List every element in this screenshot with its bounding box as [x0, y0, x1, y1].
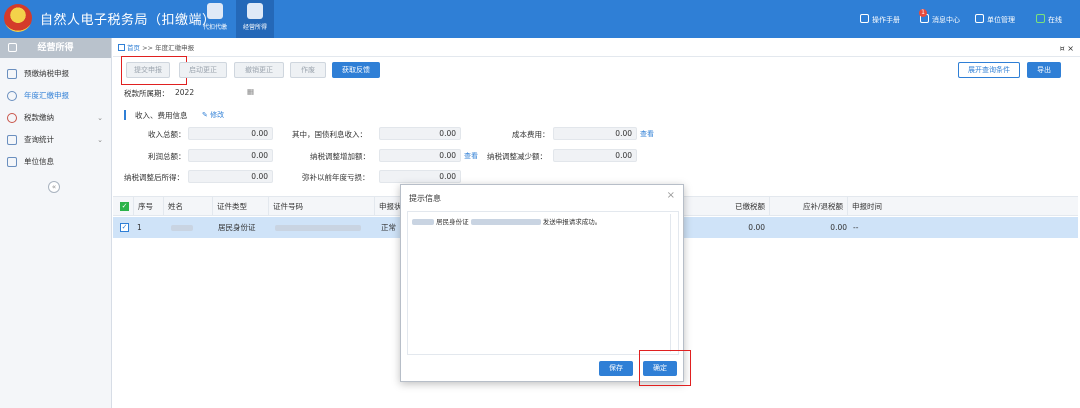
col-id-type: 证件类型 [212, 197, 268, 216]
save-button[interactable]: 保存 [599, 361, 633, 376]
sidebar-item-unit-info[interactable]: 单位信息 [0, 152, 111, 172]
breadcrumb: 首页 >> 年度汇缴申报 ¤ × [113, 40, 1080, 57]
adjusted-income-field[interactable]: 0.00 [188, 170, 273, 183]
col-index: 序号 [133, 197, 163, 216]
tax-emblem-logo [4, 4, 32, 32]
unit-management-link[interactable]: 单位管理 [975, 14, 1015, 25]
cost-field[interactable]: 0.00 [553, 127, 637, 140]
module-withholding[interactable]: 代扣代缴 [196, 0, 234, 38]
collapse-sidebar-button[interactable]: « [48, 181, 60, 193]
app-title: 自然人电子税务局（扣缴端） [40, 13, 216, 28]
dialog-scrollbar[interactable] [670, 214, 676, 352]
adj-increase-label: 纳税调整增加额： [310, 152, 370, 161]
total-profit-label: 利润总额： [148, 152, 186, 161]
col-time: 申报时间 [847, 197, 909, 216]
section-title: 收入、费用信息 [135, 111, 188, 120]
sidebar-item-annual[interactable]: 年度汇缴申报 [0, 86, 111, 106]
form-icon [7, 69, 17, 79]
start-correction-button[interactable]: 启动更正 [179, 62, 227, 78]
chevron-down-icon: ⌄ [97, 114, 103, 122]
sidebar-item-prepay[interactable]: 预缴纳税申报 [0, 64, 111, 84]
total-profit-field[interactable]: 0.00 [188, 149, 273, 162]
col-name: 姓名 [163, 197, 212, 216]
row-refund: 0.00 [830, 223, 847, 232]
select-all-checkbox[interactable]: ✓ [120, 202, 129, 211]
sidebar-item-payment[interactable]: 税款缴纳 ⌄ [0, 108, 111, 128]
breadcrumb-current: 年度汇缴申报 [155, 44, 195, 52]
highlight-box [121, 56, 187, 85]
period-value[interactable]: 2022 [175, 88, 194, 97]
col-refund: 应补/退税额 [769, 197, 847, 216]
dialog-message-box: 居民身份证 发送申报请求成功。 [407, 211, 679, 355]
adj-decrease-label: 纳税调整减少额： [487, 152, 547, 161]
row-index: 1 [137, 223, 142, 232]
message-badge: 1 [919, 9, 927, 17]
top-bar: 自然人电子税务局（扣缴端） 代扣代缴 经营所得 操作手册 1 消息中心 单位管理 … [0, 0, 1080, 38]
briefcase-icon [8, 43, 17, 52]
total-income-label: 收入总额： [148, 130, 186, 139]
period-label: 税款所属期： [124, 89, 169, 98]
row-id-type: 居民身份证 [218, 223, 256, 232]
dialog-message: 居民身份证 发送申报请求成功。 [412, 216, 601, 226]
dialog-title: 提示信息 [409, 194, 441, 203]
adj-increase-field[interactable]: 0.00 [379, 149, 461, 162]
adjusted-income-label: 纳税调整后所得： [124, 173, 184, 182]
cancel-correction-button[interactable]: 撤销更正 [234, 62, 284, 78]
sidebar-header: 经营所得 [0, 38, 111, 58]
sidebar-item-query[interactable]: 查询统计 ⌄ [0, 130, 111, 150]
row-status: 正常 [381, 223, 396, 232]
breadcrumb-home[interactable]: 首页 [127, 44, 140, 52]
sidebar: 经营所得 预缴纳税申报 年度汇缴申报 税款缴纳 ⌄ 查询统计 ⌄ 单位信息 « [0, 38, 112, 408]
module-label: 经营所得 [242, 24, 267, 31]
search-doc-icon [7, 135, 17, 145]
void-button[interactable]: 作废 [290, 62, 326, 78]
adj-decrease-field[interactable]: 0.00 [553, 149, 637, 162]
message-center-link[interactable]: 1 消息中心 [919, 9, 960, 25]
get-feedback-button[interactable]: 获取反馈 [332, 62, 380, 78]
bell-icon: 1 [919, 9, 929, 23]
pencil-icon: ✎ [202, 111, 211, 119]
total-income-field[interactable]: 0.00 [188, 127, 273, 140]
online-link[interactable]: 在线 [1036, 14, 1062, 25]
manual-link[interactable]: 操作手册 [860, 14, 900, 25]
home-icon [118, 44, 125, 51]
row-time: -- [853, 223, 859, 232]
highlight-box [639, 350, 691, 386]
col-id-number: 证件号码 [268, 197, 374, 216]
row-id-number [271, 217, 361, 238]
document-icon [207, 3, 223, 19]
row-checkbox[interactable]: ✓ [120, 223, 129, 232]
module-business-income[interactable]: 经营所得 [236, 0, 274, 38]
calendar-icon[interactable]: ▦ [247, 87, 254, 96]
export-button[interactable]: 导出 [1027, 62, 1061, 78]
loss-offset-field[interactable]: 0.00 [379, 170, 461, 183]
cost-view-link[interactable]: 查看 [640, 129, 654, 139]
bond-interest-label: 其中，国债利息收入： [292, 130, 367, 139]
close-icon[interactable]: × [667, 190, 675, 201]
row-name [167, 217, 193, 238]
col-paid: 已缴税额 [683, 197, 769, 216]
chevron-down-icon: ⌄ [97, 136, 103, 144]
cost-label: 成本费用： [512, 130, 550, 139]
edit-income-link[interactable]: ✎ 修改 [202, 110, 224, 120]
section-marker [124, 110, 126, 120]
book-icon [860, 14, 869, 23]
module-label: 代扣代缴 [202, 24, 227, 31]
tab-close-icon[interactable]: ¤ × [1060, 40, 1074, 57]
bond-interest-field[interactable]: 0.00 [379, 127, 461, 140]
yuan-icon [7, 113, 17, 123]
loss-offset-label: 弥补以前年度亏损： [302, 173, 370, 182]
chat-icon [1036, 14, 1045, 23]
row-paid: 0.00 [748, 223, 765, 232]
building-icon [975, 14, 984, 23]
list-icon [7, 157, 17, 167]
adj-increase-view-link[interactable]: 查看 [464, 151, 478, 161]
expand-query-button[interactable]: 展开查询条件 [958, 62, 1020, 78]
coins-icon [247, 3, 263, 19]
clock-icon [7, 91, 17, 101]
